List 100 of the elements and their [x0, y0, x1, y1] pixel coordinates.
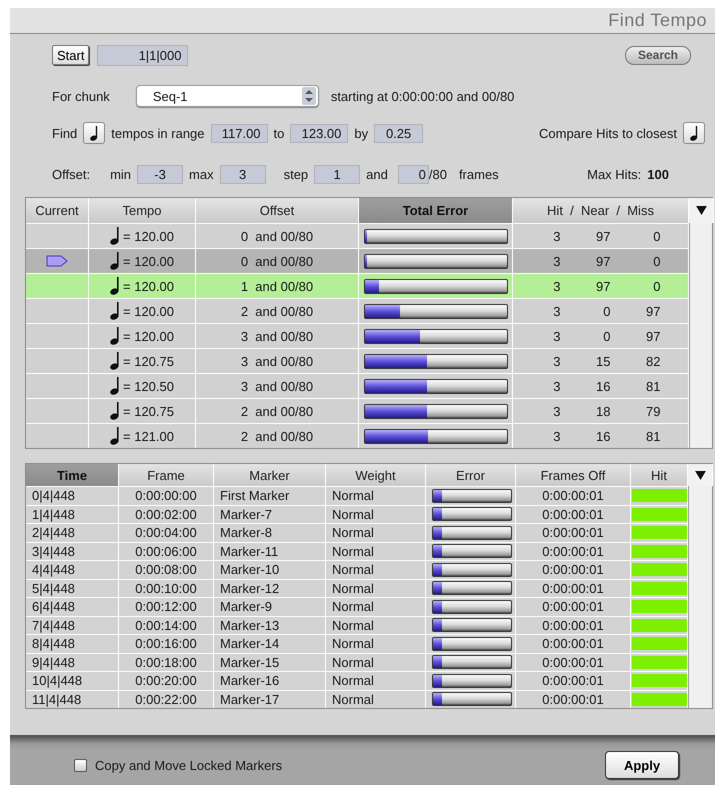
search-button[interactable]: Search: [624, 46, 691, 64]
label: to: [274, 126, 284, 140]
table-cell: Marker-17: [214, 690, 326, 708]
max-hits-value: 100: [647, 166, 669, 182]
input-field[interactable]: 0: [398, 164, 429, 184]
label: and: [366, 166, 388, 182]
table-row[interactable]: = 120.00 0 and 00/80 3 97 0: [26, 223, 689, 248]
column-header[interactable]: Error: [426, 464, 516, 486]
column-header[interactable]: Tempo: [89, 198, 196, 223]
table-cell-text: 16: [595, 428, 610, 444]
apply-button[interactable]: Apply: [605, 751, 679, 779]
label: by: [354, 126, 368, 140]
quarter-note-icon: [110, 352, 120, 370]
note-value-button[interactable]: [83, 122, 106, 144]
input-field[interactable]: 123.00: [290, 124, 348, 142]
table-cell: 11|4|448: [26, 690, 119, 708]
column-menu-icon[interactable]: [694, 470, 706, 480]
table-cell-text: 97: [645, 304, 660, 318]
table-cell-text: 97: [595, 278, 610, 294]
table-cell-text: 3: [552, 328, 560, 344]
label: min: [110, 166, 132, 182]
table-cell-text: 0: [652, 228, 660, 244]
column-header[interactable]: Hit / Near / Miss: [513, 198, 689, 223]
table-cell-text: 0: [602, 328, 610, 344]
quarter-note-icon: [110, 277, 120, 295]
column-header[interactable]: Offset: [196, 198, 359, 223]
table-cell-text: 0: [652, 278, 660, 294]
column-header[interactable]: Frame: [119, 464, 214, 486]
label: max: [189, 166, 214, 182]
input-field[interactable]: 3: [220, 164, 266, 184]
label: tempos in range: [111, 126, 205, 140]
table-cell-text: 3: [552, 304, 560, 318]
table-cell-text: 3: [552, 278, 560, 294]
table-cell-text: 79: [645, 404, 660, 418]
tempo-value: = 120.00: [123, 254, 174, 268]
table-cell-text: 3: [552, 428, 560, 444]
tempo-value: = 120.75: [123, 404, 174, 418]
column-header[interactable]: Current: [26, 198, 89, 223]
column-header[interactable]: Total Error: [359, 198, 513, 223]
stepper-arrows-icon: [302, 87, 316, 105]
table-cell-text: 3: [552, 228, 560, 244]
table-cell-text: 81: [645, 428, 660, 444]
table-cell: 0:00:22:00: [119, 690, 214, 708]
chunk-dropdown[interactable]: Seq-1: [136, 85, 319, 107]
input-field[interactable]: -3: [137, 164, 184, 184]
table-row[interactable]: = 120.75 2 and 00/80 3 18 79: [26, 398, 689, 423]
quarter-note-icon: [110, 402, 120, 420]
quarter-note-icon: [90, 126, 98, 140]
table-cell-text: 3: [552, 254, 560, 268]
tempo-value: = 120.00: [123, 278, 174, 294]
table-cell: 0:00:00:01: [516, 690, 631, 708]
table-cell-text: 18: [595, 404, 610, 418]
table-cell-text: 0: [652, 254, 660, 268]
table-row[interactable]: = 120.00 3 and 00/80 3 0 97: [26, 323, 689, 348]
label: /80: [428, 166, 447, 182]
column-header[interactable]: Marker: [214, 464, 326, 486]
start-button[interactable]: Start: [52, 45, 90, 65]
window-title: Find Tempo: [608, 10, 707, 31]
table-cell-text: 97: [645, 328, 660, 344]
column-menu-icon[interactable]: [696, 206, 706, 215]
label: For chunk: [52, 88, 110, 104]
table-cell-text: 3: [552, 378, 560, 394]
quarter-note-icon: [110, 252, 120, 270]
input-field[interactable]: 0.25: [374, 124, 424, 142]
table-cell: Normal: [326, 690, 426, 708]
table-row[interactable]: = 121.00 2 and 00/80 3 16 81: [26, 423, 689, 448]
quarter-note-icon: [110, 327, 120, 345]
table-cell-text: 3: [552, 404, 560, 418]
start-field[interactable]: 1|1|000: [97, 44, 188, 66]
checkbox-label[interactable]: Copy and Move Locked Markers: [95, 758, 282, 772]
tempo-value: = 121.00: [123, 428, 174, 444]
table-cell-text: 97: [595, 228, 610, 244]
column-header[interactable]: Weight: [326, 464, 426, 486]
table-row[interactable]: = 120.75 3 and 00/80 3 15 82: [26, 348, 689, 373]
column-header[interactable]: Hit: [631, 464, 688, 486]
tempo-value: = 120.00: [123, 328, 174, 344]
tempo-value: = 120.75: [123, 354, 174, 368]
info-text: starting at 0:00:00:00 and 00/80: [330, 88, 514, 104]
label: Offset:: [52, 166, 90, 182]
input-field[interactable]: 117.00: [210, 124, 268, 142]
quarter-note-icon: [690, 126, 698, 140]
tempo-value: = 120.00: [123, 228, 174, 244]
table-row[interactable]: = 120.00 2 and 00/80 3 0 97: [26, 298, 689, 323]
column-header[interactable]: Frames Off: [516, 464, 631, 486]
label: step: [284, 166, 308, 182]
table-row[interactable]: = 120.00 1 and 00/80 3 97 0: [26, 273, 689, 298]
quarter-note-icon: [110, 302, 120, 320]
note-value-button[interactable]: [683, 122, 705, 144]
tempo-value: = 120.00: [123, 304, 174, 318]
table-cell-text: 16: [595, 378, 610, 394]
table-cell-text: 97: [595, 254, 610, 268]
table-cell-text: 0: [602, 304, 610, 318]
table-row[interactable]: = 120.50 3 and 00/80 3 16 81: [26, 373, 689, 398]
table-cell-text: 82: [645, 354, 660, 368]
checkbox[interactable]: [74, 758, 87, 772]
label: frames: [458, 166, 499, 182]
table-row[interactable]: = 120.00 0 and 00/80 3 97 0: [26, 248, 689, 273]
label: Compare Hits to closest: [539, 126, 677, 140]
input-field[interactable]: 1: [314, 164, 360, 184]
column-header[interactable]: Time: [26, 464, 119, 486]
